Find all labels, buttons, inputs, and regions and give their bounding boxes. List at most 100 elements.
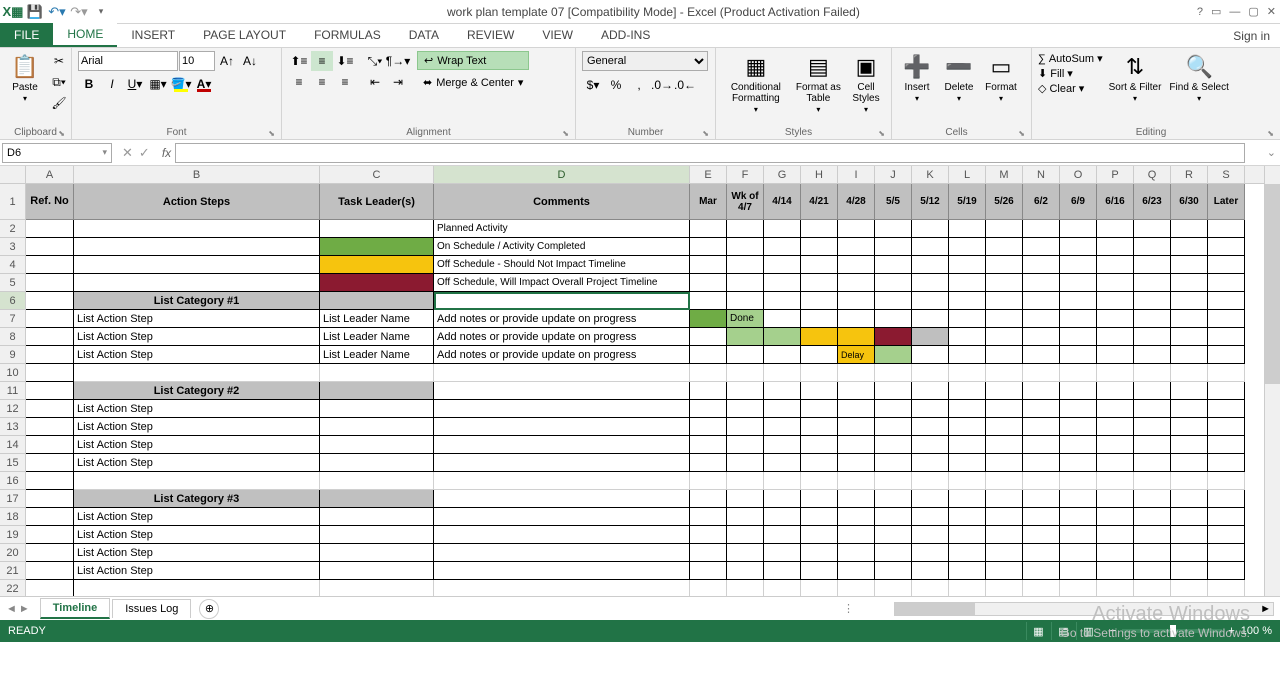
cell[interactable] <box>1208 400 1245 418</box>
cell[interactable] <box>875 526 912 544</box>
cell[interactable]: Delay <box>838 346 875 364</box>
cell[interactable] <box>1134 436 1171 454</box>
insert-cells-button[interactable]: ➕Insert▾ <box>898 51 936 105</box>
cell[interactable] <box>1208 454 1245 472</box>
cell[interactable] <box>26 346 74 364</box>
cell[interactable] <box>764 238 801 256</box>
cell[interactable] <box>838 454 875 472</box>
cell[interactable] <box>912 472 949 490</box>
cell[interactable] <box>434 526 690 544</box>
cell[interactable] <box>1023 238 1060 256</box>
tab-data[interactable]: DATA <box>395 23 453 47</box>
bold-button[interactable]: B <box>78 74 100 94</box>
cell[interactable]: List Action Step <box>74 526 320 544</box>
tab-review[interactable]: REVIEW <box>453 23 528 47</box>
cell[interactable]: List Action Step <box>74 310 320 328</box>
cell[interactable] <box>727 508 764 526</box>
cell[interactable] <box>727 436 764 454</box>
cell[interactable] <box>1171 382 1208 400</box>
cell[interactable] <box>949 364 986 382</box>
cell[interactable] <box>764 220 801 238</box>
cell[interactable] <box>727 274 764 292</box>
font-name-select[interactable] <box>78 51 178 71</box>
cell[interactable] <box>1171 472 1208 490</box>
cell[interactable] <box>912 508 949 526</box>
zoom-out-icon[interactable]: − <box>1110 625 1116 637</box>
cell[interactable] <box>727 472 764 490</box>
cell[interactable] <box>727 346 764 364</box>
cell[interactable] <box>1023 364 1060 382</box>
increase-decimal-icon[interactable]: .0→ <box>651 75 673 95</box>
cell[interactable]: List Action Step <box>74 418 320 436</box>
tab-addins[interactable]: ADD-INS <box>587 23 664 47</box>
cell[interactable] <box>727 292 764 310</box>
cell[interactable] <box>74 472 320 490</box>
cell[interactable] <box>875 364 912 382</box>
cell[interactable] <box>1171 274 1208 292</box>
cell[interactable] <box>26 472 74 490</box>
row-header-19[interactable]: 19 <box>0 526 25 544</box>
cell[interactable] <box>912 382 949 400</box>
font-color-button[interactable]: A▾ <box>193 74 215 94</box>
cell[interactable] <box>875 508 912 526</box>
cell[interactable] <box>801 346 838 364</box>
cell[interactable] <box>690 274 727 292</box>
cell[interactable] <box>875 418 912 436</box>
cell[interactable] <box>764 544 801 562</box>
cell[interactable] <box>1097 508 1134 526</box>
cell[interactable] <box>1171 346 1208 364</box>
cell[interactable] <box>875 274 912 292</box>
cell[interactable] <box>764 274 801 292</box>
col-header-Q[interactable]: Q <box>1134 166 1171 183</box>
row-header-16[interactable]: 16 <box>0 472 25 490</box>
cell[interactable]: 4/28 <box>838 184 875 220</box>
cell[interactable]: 5/26 <box>986 184 1023 220</box>
cell[interactable] <box>1208 508 1245 526</box>
cell[interactable] <box>986 310 1023 328</box>
cell[interactable] <box>838 400 875 418</box>
ribbon-options-icon[interactable]: ▭ <box>1211 5 1221 18</box>
cell[interactable] <box>1060 580 1097 596</box>
cell[interactable] <box>986 472 1023 490</box>
cell[interactable] <box>26 220 74 238</box>
cell[interactable] <box>912 580 949 596</box>
cell[interactable] <box>801 580 838 596</box>
cell[interactable] <box>986 220 1023 238</box>
cell[interactable] <box>1208 274 1245 292</box>
cell[interactable] <box>26 526 74 544</box>
cell[interactable] <box>1060 490 1097 508</box>
cell[interactable] <box>838 274 875 292</box>
sheet-nav-prev-icon[interactable]: ◄ <box>6 603 17 615</box>
cell[interactable] <box>434 400 690 418</box>
row-header-13[interactable]: 13 <box>0 418 25 436</box>
find-select-button[interactable]: 🔍Find & Select▾ <box>1167 51 1230 105</box>
cancel-formula-icon[interactable]: ✕ <box>122 145 133 161</box>
cell[interactable] <box>1023 544 1060 562</box>
align-bottom-icon[interactable]: ⬇≡ <box>334 51 356 71</box>
cell[interactable] <box>434 544 690 562</box>
cell[interactable] <box>949 292 986 310</box>
cell[interactable] <box>1097 310 1134 328</box>
cell[interactable] <box>1171 436 1208 454</box>
cell[interactable] <box>1208 418 1245 436</box>
cell[interactable] <box>949 454 986 472</box>
cell[interactable] <box>838 292 875 310</box>
cell[interactable]: Off Schedule - Should Not Impact Timelin… <box>434 256 690 274</box>
col-header-N[interactable]: N <box>1023 166 1060 183</box>
cell[interactable] <box>1171 364 1208 382</box>
cell[interactable]: List Action Step <box>74 328 320 346</box>
cell[interactable] <box>838 382 875 400</box>
col-header-G[interactable]: G <box>764 166 801 183</box>
cell[interactable] <box>875 490 912 508</box>
cell[interactable] <box>727 418 764 436</box>
cell[interactable] <box>1171 220 1208 238</box>
cell[interactable] <box>838 310 875 328</box>
row-header-9[interactable]: 9 <box>0 346 25 364</box>
cell[interactable] <box>764 526 801 544</box>
cell[interactable] <box>875 292 912 310</box>
cell[interactable] <box>949 436 986 454</box>
cell[interactable] <box>1023 472 1060 490</box>
cell[interactable] <box>801 382 838 400</box>
minimize-icon[interactable]: — <box>1229 6 1240 18</box>
cell[interactable] <box>320 220 434 238</box>
